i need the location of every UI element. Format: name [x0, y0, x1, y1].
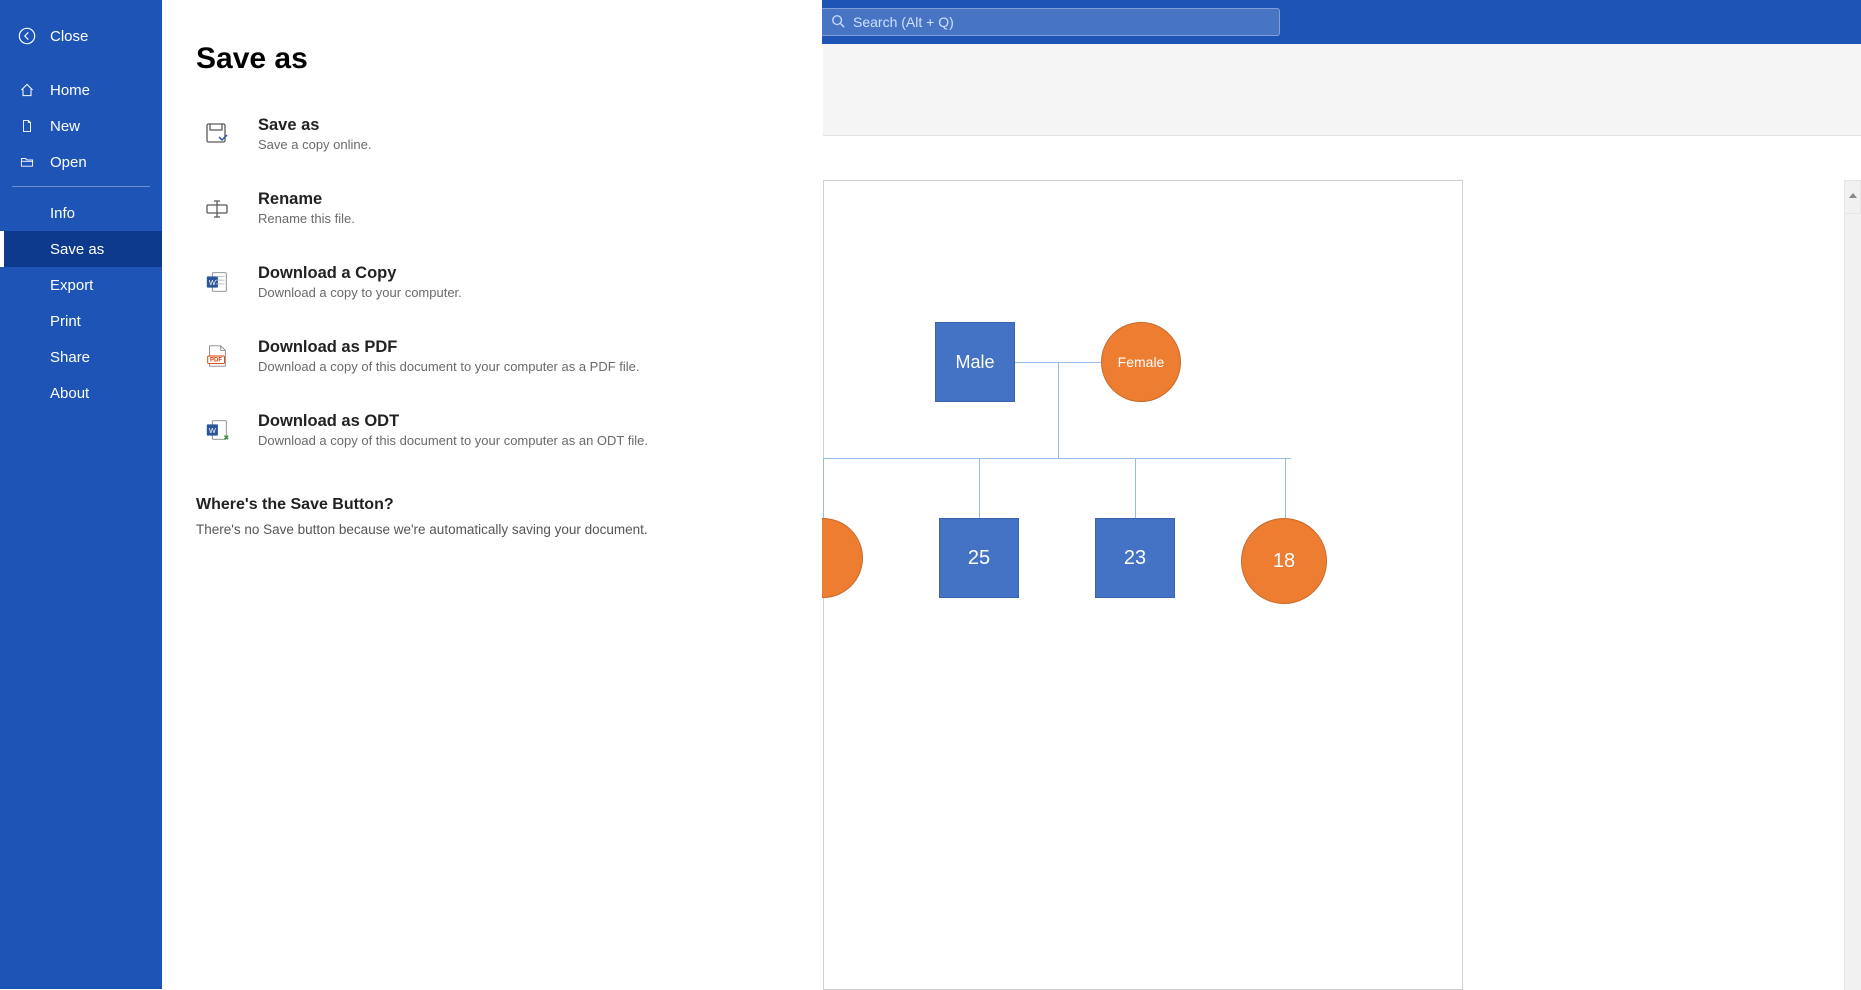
option-title: Save as	[258, 116, 371, 135]
save-as-icon	[200, 117, 234, 151]
node-child-2: 25	[939, 518, 1019, 598]
option-title: Download as PDF	[258, 338, 640, 357]
option-subtitle: Save a copy online.	[258, 137, 371, 152]
node-child-4: 18	[1241, 518, 1327, 604]
word-document-icon: W	[200, 265, 234, 299]
print-label: Print	[50, 313, 81, 330]
option-subtitle: Download a copy of this document to your…	[258, 359, 640, 374]
node-child-2-label: 25	[968, 547, 990, 570]
option-title: Download a Copy	[258, 264, 462, 283]
connector	[823, 458, 1291, 459]
sidebar-item-open[interactable]: Open	[0, 144, 162, 180]
option-subtitle: Download a copy to your computer.	[258, 285, 462, 300]
sidebar-item-new[interactable]: New	[0, 108, 162, 144]
open-folder-icon	[18, 153, 36, 171]
connector	[823, 458, 824, 518]
search-box[interactable]: Search (Alt + Q)	[820, 8, 1280, 36]
connector	[979, 458, 980, 518]
share-label: Share	[50, 349, 90, 366]
backstage-content: Save as Save as Save a copy online.	[162, 0, 822, 989]
new-label: New	[50, 118, 80, 135]
node-female: Female	[1101, 322, 1181, 402]
node-female-label: Female	[1118, 354, 1165, 370]
open-label: Open	[50, 154, 87, 171]
sidebar-item-home[interactable]: Home	[0, 72, 162, 108]
node-child-4-label: 18	[1273, 550, 1295, 573]
backstage-sidebar: Close Home New O	[0, 0, 162, 989]
option-subtitle: Rename this file.	[258, 211, 355, 226]
sidebar-item-print[interactable]: Print	[0, 303, 162, 339]
home-icon	[18, 81, 36, 99]
pdf-icon: PDF	[200, 339, 234, 373]
node-male: Male	[935, 322, 1015, 402]
option-subtitle: Download a copy of this document to your…	[258, 433, 648, 448]
sidebar-item-save-as[interactable]: Save as	[0, 231, 162, 267]
info-label: Info	[50, 205, 75, 222]
close-label: Close	[50, 28, 88, 45]
option-download-copy[interactable]: W Download a Copy Download a copy to you…	[196, 252, 792, 312]
vertical-scrollbar[interactable]	[1844, 180, 1861, 990]
option-download-odt[interactable]: W Download as ODT Download a copy of thi…	[196, 400, 792, 460]
save-as-label: Save as	[50, 241, 104, 258]
rename-icon	[200, 191, 234, 225]
autosave-note-body: There's no Save button because we're aut…	[196, 522, 792, 537]
sidebar-item-info[interactable]: Info	[0, 195, 162, 231]
ribbon-area	[823, 44, 1861, 136]
home-label: Home	[50, 82, 90, 99]
option-download-pdf[interactable]: PDF Download as PDF Download a copy of t…	[196, 326, 792, 386]
new-document-icon	[18, 117, 36, 135]
connector	[1058, 362, 1059, 458]
about-label: About	[50, 385, 89, 402]
node-child-3-label: 23	[1124, 547, 1146, 570]
sidebar-item-about[interactable]: About	[0, 375, 162, 411]
scroll-up-button[interactable]	[1844, 180, 1861, 214]
family-tree-chart: Male Female 25 23 18	[823, 180, 1844, 989]
close-backstage-button[interactable]: Close	[0, 0, 162, 54]
search-placeholder: Search (Alt + Q)	[853, 14, 954, 30]
option-title: Rename	[258, 190, 355, 209]
option-rename[interactable]: Rename Rename this file.	[196, 178, 792, 238]
export-label: Export	[50, 277, 93, 294]
odt-icon: W	[200, 413, 234, 447]
svg-text:W: W	[209, 278, 216, 287]
connector	[1135, 458, 1136, 518]
autosave-note-title: Where's the Save Button?	[196, 496, 792, 514]
option-title: Download as ODT	[258, 412, 648, 431]
node-child-3: 23	[1095, 518, 1175, 598]
search-icon	[831, 14, 853, 31]
option-save-as[interactable]: Save as Save a copy online.	[196, 104, 792, 164]
file-backstage: Close Home New O	[0, 0, 822, 989]
sidebar-item-share[interactable]: Share	[0, 339, 162, 375]
node-male-label: Male	[955, 352, 994, 373]
page-title: Save as	[196, 42, 792, 76]
svg-text:PDF: PDF	[210, 358, 222, 364]
connector	[1285, 458, 1286, 518]
sidebar-divider	[12, 186, 150, 187]
sidebar-item-export[interactable]: Export	[0, 267, 162, 303]
svg-text:W: W	[209, 426, 216, 435]
back-arrow-icon	[18, 27, 36, 45]
